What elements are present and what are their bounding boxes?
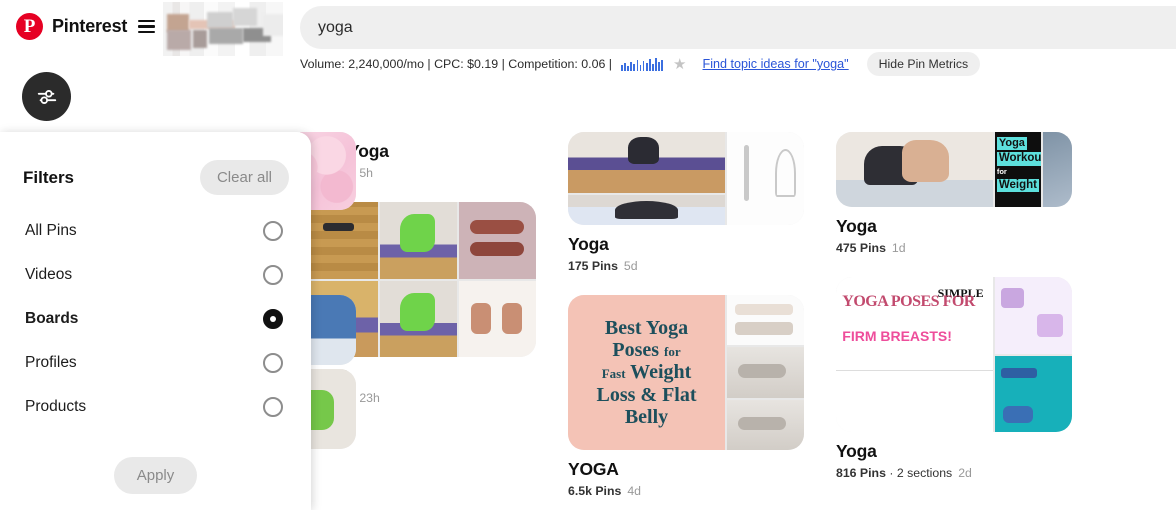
pinterest-search-page: Just Abs / Tummy Chair Yoga 1.1k Pins5h [0,0,1176,510]
board-thumbnail[interactable]: Best Yoga Poses for Fast Weight Loss & F… [568,295,804,450]
thumb-image [568,194,725,225]
thumb-label: FIRM BREASTS! [842,328,952,345]
filter-option-boards[interactable]: Boards [0,297,311,341]
thumb-label: Weight [996,178,1039,192]
board-title: YOGA [568,459,619,479]
radio-all-pins[interactable] [263,221,283,241]
brand-row[interactable]: P Pinterest [16,13,156,40]
find-topic-ideas-link[interactable]: Find topic ideas for "yoga" [703,57,849,71]
board-meta: 175 Pins 5d [568,259,804,273]
thumb-image [836,370,993,432]
board-title: Yoga [568,234,609,254]
filter-option-label: Videos [25,266,73,283]
thumb-image [379,280,457,357]
filter-option-products[interactable]: Products [0,385,311,429]
pinterest-logo-icon[interactable]: P [16,13,43,40]
thumb-label: for [996,167,1007,176]
radio-boards[interactable] [263,309,283,329]
search-header: Volume: 2,240,000/mo | CPC: $0.19 | Comp… [300,0,1176,132]
hamburger-icon[interactable] [138,19,156,34]
sparkline-icon [621,57,664,71]
filter-option-label: Boards [25,310,79,327]
board-updated-time: 2d [958,466,972,480]
filter-option-label: Products [25,398,87,415]
board-meta: 816 Pins · 2 sections 2d [836,466,1072,480]
star-icon[interactable]: ★ [673,57,686,72]
thumb-image [995,355,1072,432]
filter-option-label: All Pins [25,222,77,239]
search-bar[interactable] [300,6,1176,49]
board-thumbnail[interactable] [568,132,804,225]
thumb-image [727,132,804,225]
thumb-poster-text: Best Yoga Poses for Fast Weight Loss & F… [596,316,697,429]
filter-option-videos[interactable]: Videos [0,253,311,297]
clear-all-button[interactable]: Clear all [199,160,289,195]
thumb-image [568,132,725,193]
board-pin-count: 6.5k Pins [568,484,622,498]
blurred-preview-thumbnail [163,2,283,56]
thumb-label: YOGA POSES FOR [842,292,975,310]
board-updated-time: 1d [891,241,906,255]
board-card[interactable]: SIMPLE YOGA POSES FOR FIRM BREASTS! Yoga… [836,277,1072,480]
hide-pin-metrics-button[interactable]: Hide Pin Metrics [866,52,981,76]
filters-title: Filters [23,167,75,187]
board-card[interactable]: Yoga 175 Pins 5d [568,132,804,273]
board-sections: · 2 sections [885,466,953,480]
apply-button[interactable]: Apply [113,457,198,494]
board-thumbnail[interactable]: SIMPLE YOGA POSES FOR FIRM BREASTS! [836,277,1072,432]
apply-row: Apply [0,457,311,494]
board-title: Yoga [836,441,877,461]
grid-column: Yoga 175 Pins 5d Best Yoga Poses for Fast… [568,132,804,510]
thumb-image: Best Yoga Poses for Fast Weight Loss & F… [568,295,725,450]
thumb-image: SIMPLE YOGA POSES FOR FIRM BREASTS! [836,277,993,432]
filter-option-profiles[interactable]: Profiles [0,341,311,385]
board-title: Yoga [836,216,877,236]
brand-name: Pinterest [52,16,128,36]
thumb-image [727,347,804,398]
board-thumbnail[interactable]: Yoga Workouts for Weight [836,132,1072,207]
thumb-image [727,399,804,450]
thumb-image [459,280,536,357]
filter-toggle-button[interactable] [22,72,71,121]
board-pin-count: 816 Pins [836,466,886,480]
keyword-metrics-text: Volume: 2,240,000/mo | CPC: $0.19 | Comp… [300,57,613,71]
board-card[interactable]: Best Yoga Poses for Fast Weight Loss & F… [568,295,804,498]
radio-products[interactable] [263,397,283,417]
board-updated-time: 4d [627,484,642,498]
board-updated-time: 23h [359,391,380,405]
thumb-label: Workouts [996,152,1041,166]
filter-option-all-pins[interactable]: All Pins [0,209,311,253]
thumb-image [836,132,993,207]
thumb-image: Yoga Workouts for Weight [995,132,1041,207]
thumb-image [379,202,457,279]
grid-column: Yoga Workouts for Weight Yoga 475 Pins 1d [836,132,1072,510]
thumb-label: Yoga [996,137,1027,151]
board-pin-count: 475 Pins [836,241,886,255]
pin-metrics-row: Volume: 2,240,000/mo | CPC: $0.19 | Comp… [300,52,981,76]
filters-header: Filters Clear all [0,132,311,195]
thumb-image [995,277,1072,354]
board-meta: 6.5k Pins 4d [568,484,804,498]
board-card[interactable]: Yoga Workouts for Weight Yoga 475 Pins 1d [836,132,1072,255]
boards-grid: Just Abs / Tummy Chair Yoga 1.1k Pins5h [300,132,1072,510]
thumb-image [1042,132,1072,207]
search-input[interactable] [318,18,1091,37]
board-meta: 475 Pins 1d [836,241,1072,255]
filter-options-list: All Pins Videos Boards Profiles Products [0,209,311,429]
filters-panel: Filters Clear all All Pins Videos Boards… [0,132,311,510]
board-updated-time: 5d [623,259,638,273]
thumb-image [459,202,536,279]
radio-videos[interactable] [263,265,283,285]
filter-option-label: Profiles [25,354,77,371]
board-pin-count: 175 Pins [568,259,618,273]
thumb-image [727,295,804,346]
radio-profiles[interactable] [263,353,283,373]
sliders-icon [37,89,56,104]
